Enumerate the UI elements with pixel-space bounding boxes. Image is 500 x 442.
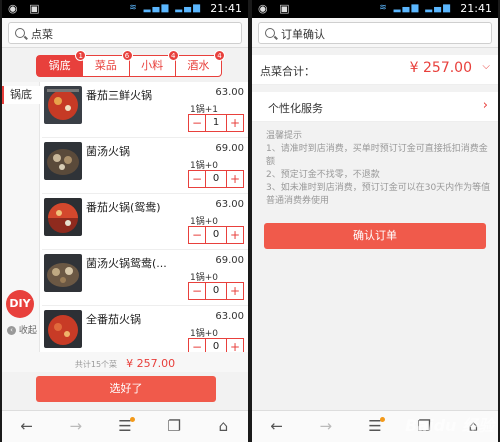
dish-name: 番茄三鲜火锅	[86, 89, 152, 102]
dish-name: 菌汤火锅	[86, 145, 130, 158]
search-bar: 点菜	[2, 18, 248, 48]
search-icon	[15, 28, 25, 38]
tabs-icon[interactable]: ❐	[150, 411, 199, 442]
menu-content: 锅底 番茄三鲜火锅 63.00 1锅+1 − 1 + 菌汤火锅 69.00 1锅…	[2, 82, 248, 362]
watermark: Baidu 经验	[405, 416, 494, 435]
status-bar: ◉ ▣ ≋ ▂▄▆ ▂▄▆ 21:41	[252, 0, 498, 18]
total-value: ¥ 257.00	[409, 60, 472, 76]
select-done-button[interactable]: 选好了	[36, 376, 216, 402]
dish-name: 全番茄火锅	[86, 313, 141, 326]
menu-icon[interactable]: ☰	[100, 411, 149, 442]
confirm-order-button[interactable]: 确认订单	[264, 223, 486, 249]
quantity-value[interactable]: 0	[205, 283, 227, 299]
menu-item: 番茄火锅(鸳鸯) 63.00 1锅+0 − 0 +	[42, 194, 248, 250]
quantity-stepper: − 0 +	[188, 282, 244, 300]
search-input[interactable]: 订单确认	[258, 22, 492, 44]
collapse-label: 收起	[18, 326, 37, 336]
tab-hotpot-base[interactable]: 锅底 1	[37, 50, 87, 76]
status-bar: ◉ ▣ ≋ ▂▄▆ ▂▄▆ 21:41	[2, 0, 248, 18]
notification-dot	[130, 417, 136, 422]
chevron-down-icon: ⌵	[482, 61, 490, 72]
service-label: 个性化服务	[268, 102, 323, 115]
tab-badge: 4	[214, 50, 225, 61]
status-time: 21:41	[460, 2, 492, 15]
tip-line: 1、请准时到店消费，买单时预订订金可直接抵扣消费金额	[266, 144, 488, 167]
tab-label: 小料	[141, 59, 164, 72]
bottom-nav: ← → ☰ ❐ ⌂	[2, 410, 248, 442]
order-total: ¥ 257.00	[126, 357, 176, 370]
search-text: 点菜	[31, 28, 53, 41]
increment-button[interactable]: +	[227, 227, 243, 243]
notification-dot	[380, 417, 386, 422]
order-summary: 共计15个菜 ¥ 257.00	[2, 352, 248, 372]
back-arrow-icon[interactable]: ←	[252, 411, 301, 442]
order-confirm-screen: ◉ ▣ ≋ ▂▄▆ ▂▄▆ 21:41 订单确认 点菜合计： ¥ 257.00 …	[252, 0, 498, 442]
tip-line: 3、如未准时到店消费，预订订金可以在30天内作为等值普通消费券使用	[266, 183, 491, 206]
decrement-button[interactable]: −	[189, 283, 205, 299]
tips-block: 温馨提示 1、请准时到店消费，买单时预订订金可直接抵扣消费金额 2、预定订金不找…	[266, 130, 492, 208]
dish-image	[44, 254, 82, 292]
category-tabs: 锅底 1 菜品 6 小料 4 酒水 4	[36, 50, 225, 77]
dish-price: 69.00	[215, 255, 244, 266]
collapse-button[interactable]: ‹ 收起	[7, 323, 37, 336]
diy-button[interactable]: DIY	[6, 290, 34, 318]
quantity-stepper: − 0 +	[188, 170, 244, 188]
increment-button[interactable]: +	[227, 171, 243, 187]
menu-item: 菌汤火锅 69.00 1锅+0 − 0 +	[42, 138, 248, 194]
dish-image	[44, 198, 82, 236]
collapse-icon: ‹	[7, 326, 16, 335]
search-text: 订单确认	[281, 28, 325, 41]
dish-price: 69.00	[215, 143, 244, 154]
tab-condiments[interactable]: 小料 4	[130, 50, 179, 76]
decrement-button[interactable]: −	[189, 171, 205, 187]
search-icon	[265, 28, 275, 38]
dish-count: 共计15个菜	[74, 360, 118, 369]
notification-icons: ◉ ▣	[8, 2, 44, 15]
chevron-right-icon: ›	[482, 98, 488, 113]
dish-price: 63.00	[215, 87, 244, 98]
increment-button[interactable]: +	[227, 115, 243, 131]
dish-price: 63.00	[215, 311, 244, 322]
sidebar-item-hotpot-base[interactable]: 锅底	[2, 86, 40, 104]
tab-drinks[interactable]: 酒水 4	[176, 50, 225, 76]
dish-image	[44, 86, 82, 124]
quantity-value[interactable]: 0	[205, 171, 227, 187]
dish-image	[44, 142, 82, 180]
dish-image	[44, 310, 82, 348]
increment-button[interactable]: +	[227, 283, 243, 299]
personalized-service-row[interactable]: 个性化服务 ›	[252, 92, 498, 122]
menu-item: 番茄三鲜火锅 63.00 1锅+1 − 1 +	[42, 82, 248, 138]
signal-icons: ≋ ▂▄▆ ▂▄▆	[129, 3, 202, 13]
search-bar: 订单确认	[252, 18, 498, 48]
tip-line: 2、预定订金不找零，不退款	[266, 170, 380, 180]
forward-arrow-icon[interactable]: →	[301, 411, 350, 442]
tab-label: 酒水	[187, 59, 210, 72]
notification-icons: ◉ ▣	[258, 2, 294, 15]
tab-dishes[interactable]: 菜品 6	[83, 50, 133, 76]
quantity-stepper: − 0 +	[188, 226, 244, 244]
order-total-row[interactable]: 点菜合计： ¥ 257.00 ⌵	[252, 55, 498, 85]
tab-label: 锅底	[48, 59, 71, 72]
quantity-value[interactable]: 0	[205, 227, 227, 243]
signal-icons: ≋ ▂▄▆ ▂▄▆	[379, 3, 452, 13]
dish-name: 菌汤火锅鸳鸯(...	[86, 257, 167, 270]
quantity-stepper: − 1 +	[188, 114, 244, 132]
menu-icon[interactable]: ☰	[350, 411, 399, 442]
tab-label: 菜品	[94, 59, 117, 72]
home-icon[interactable]: ⌂	[199, 411, 248, 442]
quantity-value[interactable]: 1	[205, 115, 227, 131]
forward-arrow-icon[interactable]: →	[51, 411, 100, 442]
order-menu-screen: ◉ ▣ ≋ ▂▄▆ ▂▄▆ 21:41 点菜 锅底 1 菜品 6 小料 4 酒水…	[2, 0, 248, 442]
decrement-button[interactable]: −	[189, 115, 205, 131]
decrement-button[interactable]: −	[189, 227, 205, 243]
tips-title: 温馨提示	[266, 131, 303, 141]
status-time: 21:41	[210, 2, 242, 15]
dish-name: 番茄火锅(鸳鸯)	[86, 201, 161, 214]
total-label: 点菜合计：	[260, 65, 315, 78]
menu-item: 菌汤火锅鸳鸯(... 69.00 1锅+0 − 0 +	[42, 250, 248, 306]
search-input[interactable]: 点菜	[8, 22, 242, 44]
dish-price: 63.00	[215, 199, 244, 210]
back-arrow-icon[interactable]: ←	[2, 411, 51, 442]
